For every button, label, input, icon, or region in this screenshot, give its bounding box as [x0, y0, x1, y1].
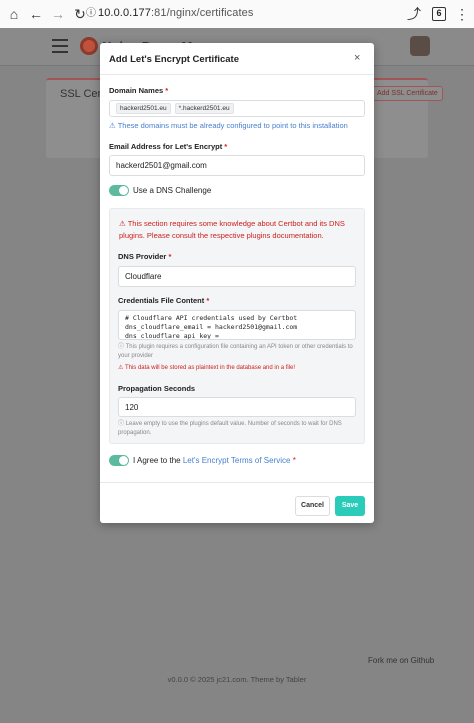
share-icon[interactable]: ⤴ — [406, 6, 422, 22]
save-button[interactable]: Save — [335, 496, 365, 516]
domain-names-input[interactable]: hackerd2501.eu *.hackerd2501.eu — [109, 100, 365, 117]
circle-info-icon: ⓘ — [118, 421, 125, 427]
add-certificate-modal: Add Let's Encrypt Certificate × Domain N… — [100, 43, 374, 523]
email-label-text: Email Address for Let's Encrypt — [109, 142, 223, 151]
agree-terms-label: I Agree to the Let's Encrypt Terms of Se… — [133, 456, 296, 465]
footer-text: v0.0.0 © 2025 jc21.com. Theme by Tabler — [167, 675, 307, 684]
email-value: hackerd2501@gmail.com — [116, 161, 207, 170]
credentials-textarea[interactable]: # Cloudflare API credentials used by Cer… — [118, 310, 356, 340]
credentials-hint-text: This plugin requires a configuration fil… — [118, 344, 353, 359]
dns-challenge-section: ⚠ This section requires some knowledge a… — [109, 208, 365, 444]
credentials-hint: ⓘ This plugin requires a configuration f… — [118, 343, 358, 361]
dns-warning-text: This section requires some knowledge abo… — [119, 219, 345, 240]
propagation-seconds-input[interactable]: 120 — [118, 397, 356, 417]
cancel-button[interactable]: Cancel — [295, 496, 330, 516]
close-icon[interactable]: × — [354, 52, 360, 64]
home-icon[interactable]: ⌂ — [6, 6, 22, 22]
browser-toolbar: ⌂ ← → ↻ ⓘ 10.0.0.177:81/nginx/certificat… — [0, 0, 474, 28]
tab-count-badge[interactable]: 6 — [432, 7, 446, 21]
required-mark: * — [292, 456, 296, 465]
warning-icon: ⚠ — [119, 219, 126, 228]
info-icon[interactable]: ⓘ — [86, 6, 96, 22]
dns-provider-label: DNS Provider * — [118, 252, 171, 261]
credentials-warning: ⚠ This data will be stored as plaintext … — [118, 364, 358, 371]
domain-tag-text: hackerd2501.eu — [120, 105, 167, 112]
domain-hint: ⚠ These domains must be already configur… — [109, 121, 348, 130]
modal-header: Add Let's Encrypt Certificate × — [100, 43, 374, 75]
dns-warning: ⚠ This section requires some knowledge a… — [119, 218, 359, 242]
required-mark: * — [165, 86, 169, 95]
hamburger-menu-icon[interactable] — [52, 39, 68, 53]
warning-icon: ⚠ — [109, 121, 116, 130]
avatar[interactable] — [410, 36, 430, 56]
address-bar[interactable]: 10.0.0.177:81/nginx/certificates — [98, 7, 253, 19]
url-path: :81/nginx/certificates — [151, 7, 254, 19]
email-field[interactable]: hackerd2501@gmail.com — [109, 155, 365, 176]
github-link[interactable]: Fork me on Github — [368, 656, 434, 665]
propagation-hint: ⓘ Leave empty to use the plugins default… — [118, 420, 358, 438]
email-label: Email Address for Let's Encrypt * — [109, 142, 227, 151]
circle-info-icon: ⓘ — [118, 344, 125, 350]
modal-footer: Cancel Save — [100, 482, 374, 523]
agree-terms-toggle[interactable] — [109, 455, 129, 466]
kebab-menu-icon[interactable]: ⋮ — [454, 6, 470, 22]
dns-challenge-toggle[interactable] — [109, 185, 129, 196]
domain-hint-text: These domains must be already configured… — [117, 121, 348, 130]
dns-provider-select[interactable]: Cloudflare — [118, 266, 356, 287]
domain-tag[interactable]: hackerd2501.eu — [116, 103, 171, 114]
dns-challenge-label: Use a DNS Challenge — [133, 186, 212, 195]
domain-tag[interactable]: *.hackerd2501.eu — [174, 103, 234, 114]
dns-provider-label-text: DNS Provider — [118, 252, 167, 261]
required-mark: * — [168, 252, 172, 261]
credentials-label-text: Credentials File Content — [118, 296, 205, 305]
domain-names-label-text: Domain Names — [109, 86, 164, 95]
domain-names-label: Domain Names * — [109, 86, 168, 95]
arrow-left-icon[interactable]: ← — [28, 6, 44, 22]
propagation-value: 120 — [125, 402, 139, 412]
required-mark: * — [224, 142, 228, 151]
agree-prefix: I Agree to the — [133, 456, 181, 465]
add-ssl-certificate-button[interactable]: Add SSL Certificate — [372, 86, 443, 101]
required-mark: * — [206, 296, 210, 305]
url-host: 10.0.0.177 — [98, 7, 151, 19]
propagation-label: Propagation Seconds — [118, 384, 196, 393]
warning-icon: ⚠ — [118, 365, 124, 371]
brand-logo — [80, 37, 98, 55]
domain-tag-text: *.hackerd2501.eu — [178, 105, 230, 112]
credentials-warning-text: This data will be stored as plaintext in… — [124, 365, 296, 371]
propagation-hint-text: Leave empty to use the plugins default v… — [118, 421, 342, 436]
terms-of-service-link[interactable]: Let's Encrypt Terms of Service — [183, 456, 291, 465]
arrow-right-icon[interactable]: → — [50, 6, 66, 22]
modal-title: Add Let's Encrypt Certificate — [109, 54, 240, 65]
dns-provider-value: Cloudflare — [125, 272, 162, 281]
credentials-label: Credentials File Content * — [118, 296, 209, 305]
